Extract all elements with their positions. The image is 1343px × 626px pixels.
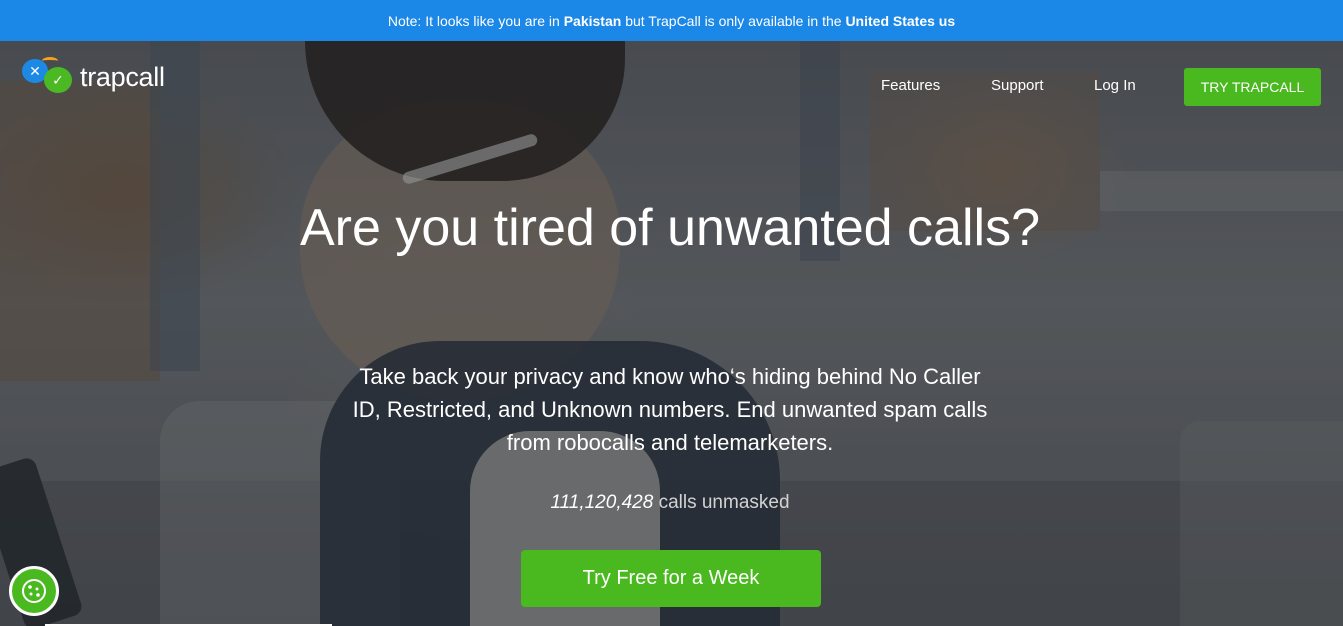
location-notice-bar: Note: It looks like you are in Pakistan …	[0, 0, 1343, 41]
trapcall-logo[interactable]: ✕ ✓ trapcall	[22, 57, 165, 97]
hero-background-image	[0, 41, 1343, 626]
nav-features-link[interactable]: Features	[881, 77, 940, 94]
cookie-icon	[22, 579, 46, 603]
calls-unmasked-counter: 111,120,428 calls unmasked	[370, 492, 970, 514]
hero-subtext: Take back your privacy and know who‘s hi…	[352, 364, 988, 455]
notice-prefix: Note: It looks like you are in	[387, 12, 560, 29]
counter-value: 111,120,428	[550, 492, 654, 513]
notice-country: Pakistan	[563, 12, 622, 29]
trapcall-logo-icon: ✕ ✓	[22, 57, 76, 97]
notice-flag: us	[938, 12, 956, 29]
logo-check-bubble-icon: ✓	[44, 67, 72, 93]
try-trapcall-button[interactable]: TRY TRAPCALL	[1184, 68, 1321, 106]
notice-middle: but TrapCall is only available in the	[625, 12, 842, 29]
hero-headline: Are you tired of unwanted calls?	[300, 199, 1040, 257]
nav-login-link[interactable]: Log In	[1094, 77, 1136, 94]
logo-wordmark: trapcall	[80, 61, 165, 92]
notice-available-country: United States	[845, 12, 935, 29]
cookie-settings-button[interactable]	[9, 566, 59, 616]
hero-dark-overlay	[0, 41, 1343, 626]
nav-support-link[interactable]: Support	[991, 77, 1044, 94]
counter-label: calls unmasked	[658, 492, 790, 513]
try-free-button[interactable]: Try Free for a Week	[521, 550, 821, 607]
